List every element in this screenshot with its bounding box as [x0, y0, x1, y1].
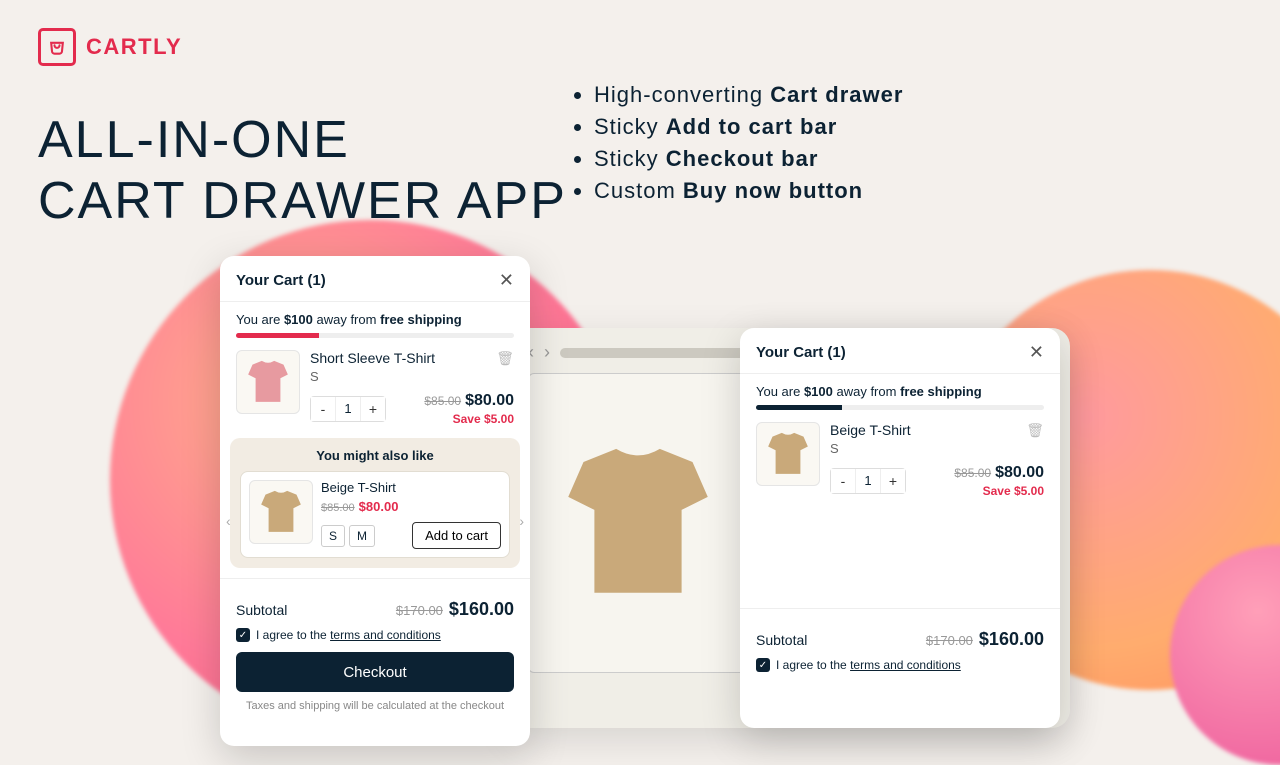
brand-name: CARTLY	[86, 34, 182, 60]
subtotal-label: Subtotal	[756, 632, 807, 648]
bullet: High-converting Cart drawer	[594, 82, 903, 108]
upsell-heading: You might also like	[240, 448, 510, 463]
product-image	[528, 373, 748, 673]
terms-link[interactable]: terms and conditions	[850, 658, 961, 672]
logo-icon	[38, 28, 76, 66]
bullet: Sticky Add to cart bar	[594, 114, 903, 140]
upsell-thumbnail	[249, 480, 313, 544]
feature-bullets: High-converting Cart drawer Sticky Add t…	[572, 82, 903, 210]
upsell-name: Beige T-Shirt	[321, 480, 501, 495]
quantity-stepper[interactable]: - 1 +	[310, 396, 386, 422]
item-name: Short Sleeve T-Shirt	[310, 350, 435, 366]
qty-minus[interactable]: -	[311, 397, 335, 421]
price-old: $85.00	[954, 466, 991, 480]
qty-value: 1	[855, 469, 881, 493]
qty-plus[interactable]: +	[361, 397, 385, 421]
size-option[interactable]: M	[349, 525, 375, 547]
item-thumbnail	[236, 350, 300, 414]
brand-logo: CARTLY	[38, 28, 182, 66]
price-save: Save $5.00	[424, 412, 514, 426]
terms-link[interactable]: terms and conditions	[330, 628, 441, 642]
carousel-next-icon[interactable]: ›	[519, 513, 524, 529]
trash-icon[interactable]: 🗑	[1026, 422, 1044, 439]
terms-agree[interactable]: ✓ I agree to the terms and conditions	[236, 628, 514, 642]
subtotal-old: $170.00	[396, 603, 443, 618]
tax-note: Taxes and shipping will be calculated at…	[236, 700, 514, 712]
terms-agree[interactable]: ✓ I agree to the terms and conditions	[756, 658, 1044, 672]
price-new: $80.00	[995, 464, 1044, 481]
add-to-cart-button[interactable]: Add to cart	[412, 522, 501, 549]
carousel-prev-icon[interactable]: ‹	[226, 513, 231, 529]
qty-value: 1	[335, 397, 361, 421]
close-icon[interactable]: ✕	[1029, 342, 1044, 363]
cart-drawer-a: Your Cart (1) ✕ You are $100 away from f…	[220, 256, 530, 746]
cart-drawer-b: Your Cart (1) ✕ You are $100 away from f…	[740, 328, 1060, 728]
item-thumbnail	[756, 422, 820, 486]
cart-item: Beige T-Shirt 🗑 S - 1 + $85.00 $80.00 Sav…	[756, 422, 1044, 498]
upsell-card: Beige T-Shirt $85.00$80.00 S M Add to ca…	[240, 471, 510, 558]
upsell-section: You might also like ‹ › Beige T-Shirt $8…	[230, 438, 520, 568]
subtotal-old: $170.00	[926, 633, 973, 648]
size-option[interactable]: S	[321, 525, 345, 547]
item-name: Beige T-Shirt	[830, 422, 911, 438]
forward-icon: ›	[544, 342, 550, 363]
bullet: Sticky Checkout bar	[594, 146, 903, 172]
cart-title: Your Cart (1)	[756, 344, 846, 361]
free-shipping-progress	[756, 405, 1044, 410]
cart-title: Your Cart (1)	[236, 272, 326, 289]
item-variant: S	[310, 369, 514, 384]
subtotal-label: Subtotal	[236, 602, 287, 618]
price-save: Save $5.00	[954, 484, 1044, 498]
qty-plus[interactable]: +	[881, 469, 905, 493]
cart-item: Short Sleeve T-Shirt 🗑 S - 1 + $85.00 $80…	[236, 350, 514, 426]
bullet: Custom Buy now button	[594, 178, 903, 204]
checkbox-checked-icon[interactable]: ✓	[756, 658, 770, 672]
checkout-button[interactable]: Checkout	[236, 652, 514, 692]
price-old: $85.00	[424, 394, 461, 408]
checkbox-checked-icon[interactable]: ✓	[236, 628, 250, 642]
qty-minus[interactable]: -	[831, 469, 855, 493]
headline-line: CART DRAWER APP	[38, 172, 567, 230]
close-icon[interactable]: ✕	[499, 270, 514, 291]
price-new: $80.00	[465, 392, 514, 409]
subtotal-new: $160.00	[979, 629, 1044, 649]
page-headline: ALL-IN-ONE CART DRAWER APP	[38, 110, 567, 233]
free-shipping-text: You are $100 away from free shipping	[236, 312, 514, 327]
subtotal-new: $160.00	[449, 599, 514, 619]
free-shipping-progress	[236, 333, 514, 338]
free-shipping-text: You are $100 away from free shipping	[756, 384, 1044, 399]
item-variant: S	[830, 441, 1044, 456]
quantity-stepper[interactable]: - 1 +	[830, 468, 906, 494]
trash-icon[interactable]: 🗑	[496, 350, 514, 367]
headline-line: ALL-IN-ONE	[38, 111, 350, 169]
